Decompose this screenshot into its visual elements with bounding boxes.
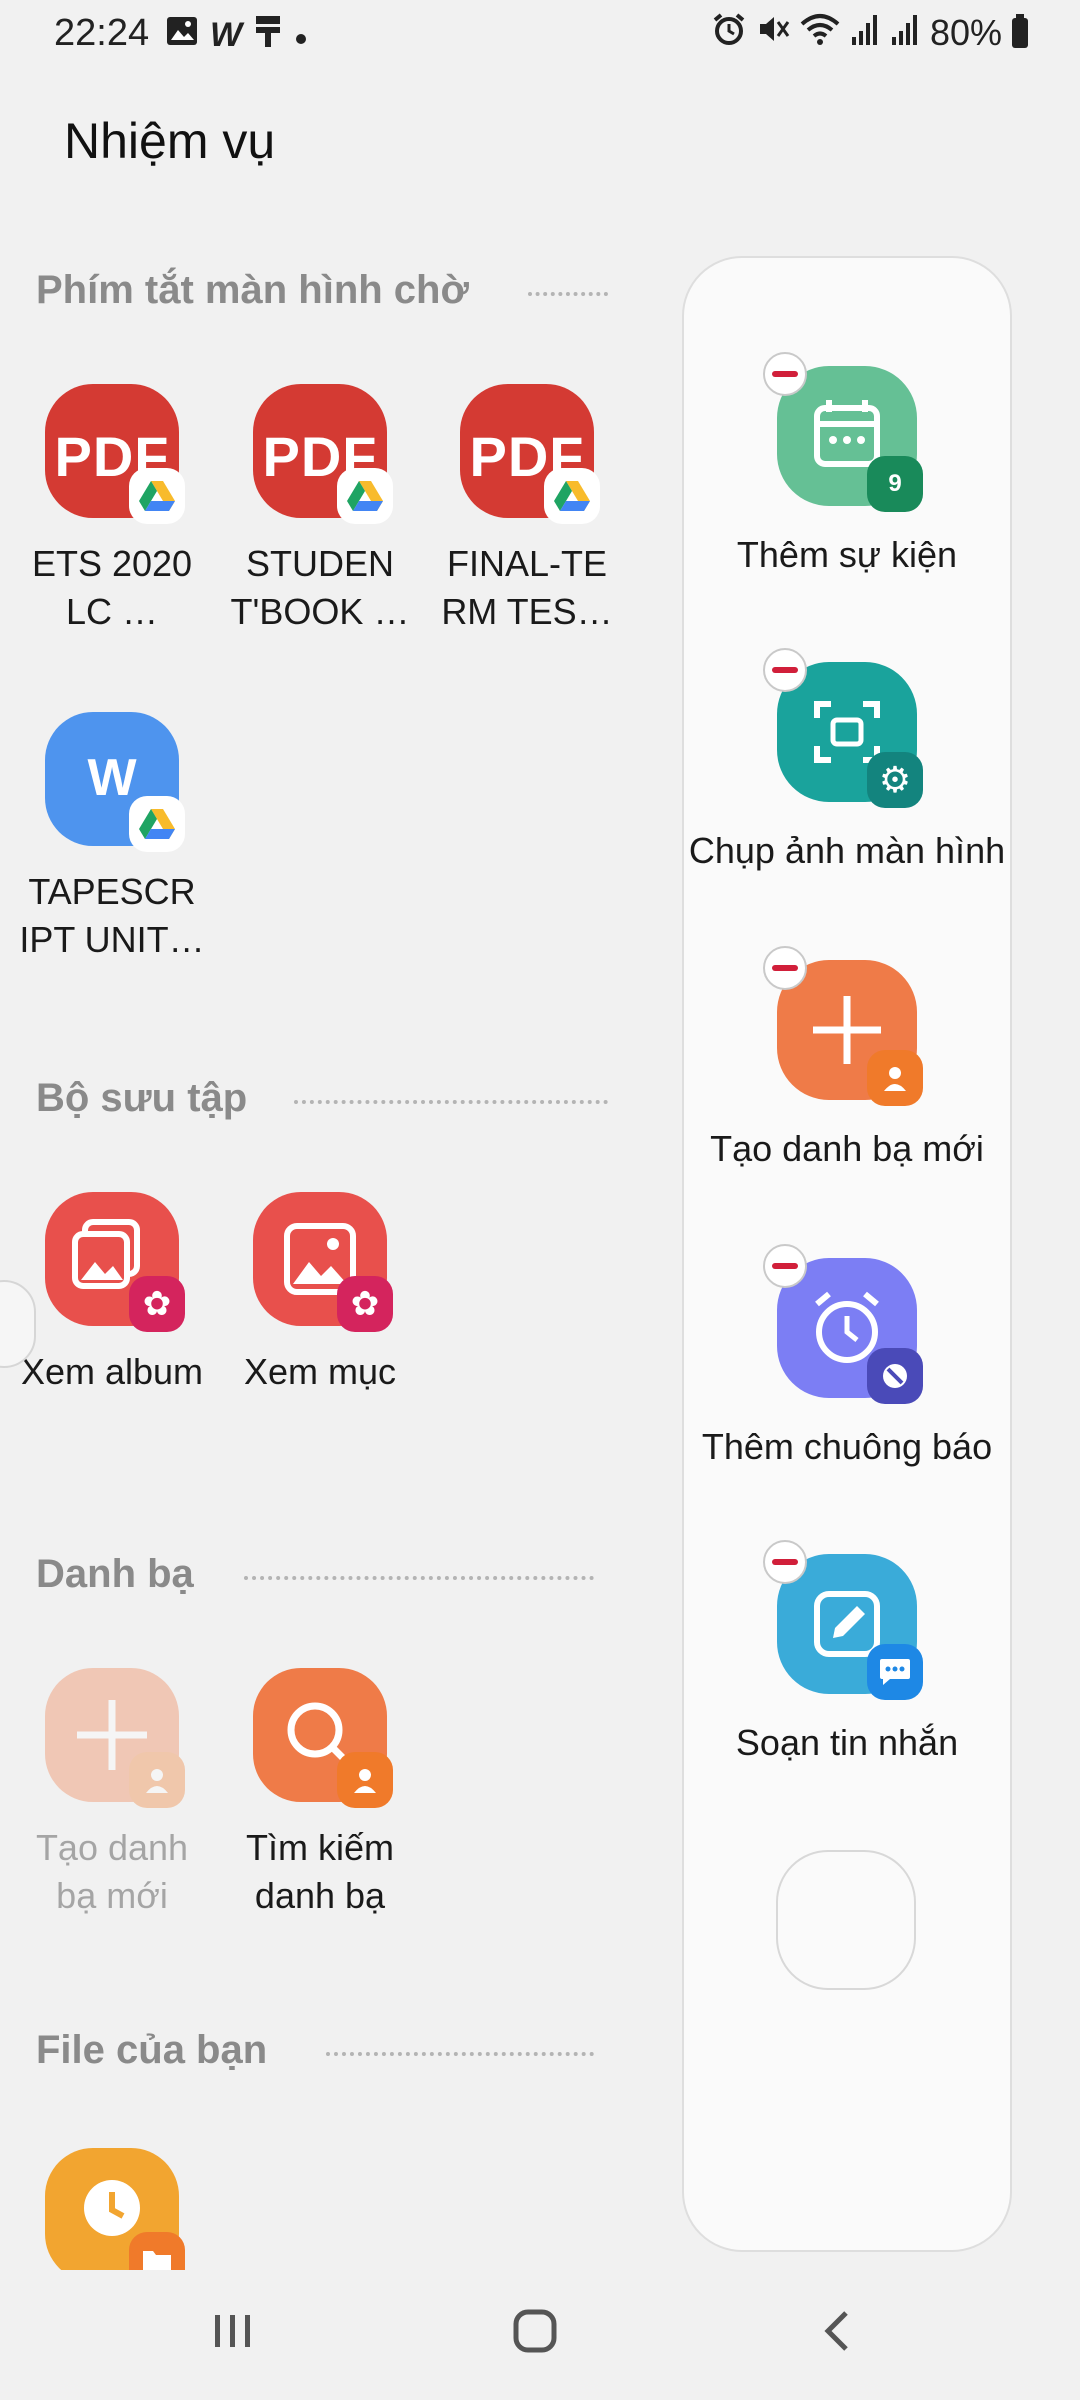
person-icon xyxy=(129,1752,185,1808)
signal-icon xyxy=(850,13,880,53)
contact-label: Tạo danh bạ mới xyxy=(35,1827,189,1916)
navigation-bar xyxy=(0,2270,1080,2400)
chat-bubble-icon xyxy=(867,1644,923,1700)
panel-item-new-contact[interactable]: Tạo danh bạ mới xyxy=(682,946,1012,1172)
remove-icon[interactable] xyxy=(763,946,807,990)
panel-item-label: Chụp ảnh màn hình xyxy=(688,830,1006,871)
section-divider xyxy=(326,2052,594,2056)
page-title: Nhiệm vụ xyxy=(64,113,276,169)
remove-icon[interactable] xyxy=(763,1540,807,1584)
folder-icon xyxy=(129,2232,185,2270)
pdf-icon: PDF xyxy=(460,384,600,524)
person-icon xyxy=(867,1050,923,1106)
gear-icon: ⚙ xyxy=(867,752,923,808)
remove-icon[interactable] xyxy=(763,1244,807,1288)
add-contact-icon xyxy=(45,1668,185,1808)
remove-icon[interactable] xyxy=(763,352,807,396)
gallery-item[interactable]: ✿ Xem mục xyxy=(220,1192,420,1396)
flower-icon: ✿ xyxy=(337,1276,393,1332)
system-icons: 80% xyxy=(712,12,1028,54)
person-icon xyxy=(337,1752,393,1808)
status-bar: 22:24 W 80% xyxy=(0,0,1080,68)
calendar-icon: 9 xyxy=(763,352,923,512)
flower-icon: ✿ xyxy=(129,1276,185,1332)
recent-files-icon xyxy=(45,2148,185,2270)
recents-button[interactable] xyxy=(188,2286,278,2376)
shortcut-label: TAPESCR IPT UNIT… xyxy=(19,871,205,960)
section-title-contacts: Danh bạ xyxy=(36,1552,194,1596)
panel-item-label: Tạo danh bạ mới xyxy=(710,1128,984,1169)
gallery-icon: ✿ xyxy=(253,1192,393,1332)
mute-icon xyxy=(756,12,790,54)
image-icon xyxy=(166,16,198,53)
gallery-item[interactable]: ✿ Xem album xyxy=(12,1192,212,1396)
home-button[interactable] xyxy=(490,2286,580,2376)
gallery-label: Xem album xyxy=(20,1351,204,1392)
google-drive-icon xyxy=(337,468,393,524)
shortcut-item[interactable]: W TAPESCR IPT UNIT… xyxy=(12,712,212,964)
contact-item[interactable]: Tìm kiếm danh bạ xyxy=(220,1668,420,1920)
shortcut-label: FINAL-TE RM TES… xyxy=(441,543,613,632)
search-contact-icon xyxy=(253,1668,393,1808)
shortcut-label: STUDEN T'BOOK … xyxy=(230,543,410,632)
pdf-icon: PDF xyxy=(253,384,393,524)
screenshot-icon: ⚙ xyxy=(763,648,923,808)
section-divider xyxy=(244,1576,594,1580)
contact-label: Tìm kiếm danh bạ xyxy=(246,1827,394,1916)
message-icon xyxy=(763,1540,923,1700)
wifi-icon xyxy=(800,12,840,54)
pdf-icon: PDF xyxy=(45,384,185,524)
remove-icon[interactable] xyxy=(763,648,807,692)
battery-percent: 80% xyxy=(929,12,1002,53)
signal-icon xyxy=(890,13,920,53)
notification-icons: W xyxy=(166,14,308,55)
back-button[interactable] xyxy=(792,2286,882,2376)
section-divider xyxy=(528,292,608,296)
battery-icon xyxy=(1012,14,1028,48)
alarm-icon xyxy=(712,12,746,54)
contact-item: Tạo danh bạ mới xyxy=(12,1668,212,1920)
shortcut-item[interactable]: PDF FINAL-TE RM TES… xyxy=(427,384,627,636)
google-drive-icon xyxy=(544,468,600,524)
section-divider xyxy=(294,1100,608,1104)
shortcut-item[interactable]: PDF ETS 2020 LC … xyxy=(12,384,212,636)
shortcut-item[interactable]: PDF STUDEN T'BOOK … xyxy=(220,384,420,636)
gallery-icon: ✿ xyxy=(45,1192,185,1332)
panel-item-compose-message[interactable]: Soạn tin nhắn xyxy=(682,1540,1012,1766)
panel-item-add-alarm[interactable]: Thêm chuông báo xyxy=(682,1244,1012,1470)
w-icon: W xyxy=(210,15,243,54)
panel-item-label: Thêm chuông báo xyxy=(701,1426,993,1467)
tool-icon xyxy=(254,14,282,55)
empty-slot[interactable] xyxy=(776,1850,916,1990)
section-title-files: File của bạn xyxy=(36,2028,268,2072)
dot-icon xyxy=(294,17,308,53)
no-symbol-icon xyxy=(867,1348,923,1404)
section-title-gallery: Bộ sưu tập xyxy=(36,1076,248,1120)
status-time: 22:24 xyxy=(54,12,150,54)
panel-item-label: Thêm sự kiện xyxy=(736,534,958,575)
section-title-home-shortcuts: Phím tắt màn hình chờ xyxy=(36,268,469,312)
panel-item-add-event[interactable]: 9 Thêm sự kiện xyxy=(682,352,1012,578)
word-icon: W xyxy=(45,712,185,852)
google-drive-icon xyxy=(129,468,185,524)
panel-item-label: Soạn tin nhắn xyxy=(735,1722,959,1763)
gallery-label: Xem mục xyxy=(243,1351,397,1392)
shortcut-label: ETS 2020 LC … xyxy=(31,543,193,632)
alarm-icon xyxy=(763,1244,923,1404)
google-drive-icon xyxy=(129,796,185,852)
add-contact-icon xyxy=(763,946,923,1106)
files-item[interactable] xyxy=(12,2148,212,2270)
panel-item-screenshot[interactable]: ⚙ Chụp ảnh màn hình xyxy=(682,648,1012,874)
calendar-badge-icon: 9 xyxy=(867,456,923,512)
